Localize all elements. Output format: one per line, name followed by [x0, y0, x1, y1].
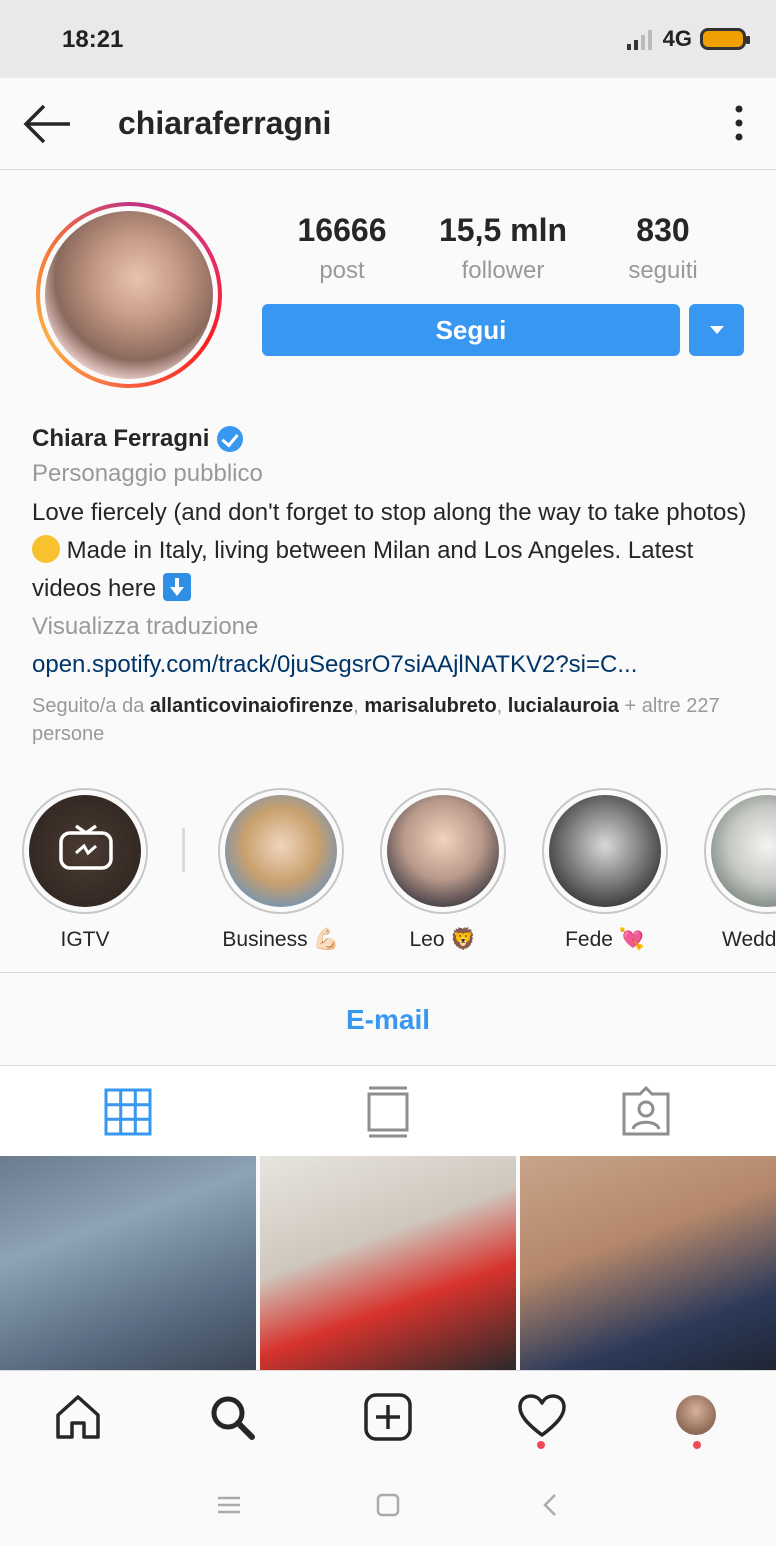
highlight-label: Fede 💘: [565, 928, 645, 951]
highlight-business[interactable]: Business 💪🏻: [206, 788, 356, 952]
translate-link[interactable]: Visualizza traduzione: [32, 608, 752, 646]
highlight-leo[interactable]: Leo 🦁: [368, 788, 518, 952]
followed-by-prefix: Seguito/a da: [32, 695, 150, 717]
stat-following[interactable]: 830 seguiti: [620, 212, 706, 285]
bio-name-row: Chiara Ferragni: [32, 422, 752, 456]
tagged-photos-icon[interactable]: [618, 1084, 674, 1140]
profile-section: 16666 post 15,5 mln follower 830 seguiti…: [0, 170, 776, 970]
followed-by-user: lucialauroia: [507, 695, 619, 717]
contact-row: E-mail: [0, 972, 776, 1066]
bio-text-part1: Love fiercely (and don't forget to stop …: [32, 499, 747, 526]
highlights-divider: [182, 828, 185, 872]
bottom-navigation: [0, 1370, 776, 1462]
notification-dot: [693, 1441, 701, 1449]
more-options-icon[interactable]: [724, 98, 754, 148]
notification-dot: [537, 1441, 545, 1449]
grid-view-icon[interactable]: [100, 1084, 156, 1140]
followed-by-user: allanticovinaiofirenze: [149, 695, 354, 717]
heart-icon: [518, 1394, 566, 1437]
highlight-label: Wedd: [722, 928, 776, 951]
system-navigation-bar: [0, 1462, 776, 1546]
activity-nav-item[interactable]: [516, 1391, 568, 1449]
back-chevron-icon[interactable]: [536, 1490, 566, 1520]
followed-by-user: marisalubreto: [364, 695, 497, 717]
header-username: chiaraferragni: [118, 105, 332, 141]
stat-posts: 16666 post: [290, 212, 394, 285]
stat-followers[interactable]: 15,5 mln follower: [430, 212, 576, 285]
posts-label: post: [319, 257, 365, 284]
avatar-image: [45, 211, 213, 379]
posts-grid: [0, 1156, 776, 1370]
status-bar: 18:21 4G: [0, 0, 776, 78]
post-thumbnail[interactable]: [0, 1156, 256, 1370]
highlight-label: Business 💪🏻: [222, 928, 340, 951]
profile-avatar[interactable]: [36, 202, 222, 388]
highlight-image: [711, 795, 776, 907]
suggested-accounts-dropdown-button[interactable]: [689, 304, 744, 356]
highlight-fede[interactable]: Fede 💘: [530, 788, 680, 952]
profile-header: chiaraferragni: [0, 78, 776, 170]
signal-icon: [626, 30, 652, 50]
status-time: 18:21: [62, 26, 124, 53]
following-count: 830: [636, 212, 690, 248]
profile-bio: Chiara Ferragni Personaggio pubblico Lov…: [32, 422, 752, 748]
profile-nav-item[interactable]: [672, 1391, 724, 1449]
post-thumbnail[interactable]: [260, 1156, 516, 1370]
back-arrow-icon[interactable]: [20, 100, 76, 148]
highlight-wedding[interactable]: Wedd: [692, 788, 776, 952]
profile-full-name: Chiara Ferragni: [32, 425, 210, 452]
highlight-label: IGTV: [60, 928, 110, 951]
profile-tabs: [0, 1066, 776, 1156]
followed-by[interactable]: Seguito/a da allanticovinaiofirenze, mar…: [32, 692, 752, 748]
igtv-icon: [29, 795, 141, 907]
down-arrow-emoji-icon: [162, 573, 191, 601]
hugging-face-emoji-icon: [32, 535, 60, 563]
highlight-image: [549, 795, 661, 907]
highlight-image: [387, 795, 499, 907]
home-icon[interactable]: [52, 1391, 104, 1443]
status-icons: 4G: [626, 26, 750, 52]
bio-text: Love fiercely (and don't forget to stop …: [32, 494, 752, 608]
followers-count: 15,5 mln: [438, 212, 568, 248]
highlight-igtv[interactable]: IGTV: [10, 788, 160, 952]
new-post-icon[interactable]: [362, 1391, 414, 1443]
posts-count: 16666: [297, 212, 387, 248]
highlight-image: [225, 795, 337, 907]
profile-category: Personaggio pubblico: [32, 460, 263, 487]
email-button[interactable]: E-mail: [0, 973, 776, 1067]
home-square-icon[interactable]: [373, 1490, 403, 1520]
verified-badge-icon: [217, 426, 244, 452]
bio-text-part2: Made in Italy, living between Milan and …: [32, 537, 694, 602]
search-icon[interactable]: [206, 1391, 258, 1443]
menu-icon[interactable]: [214, 1490, 244, 1520]
story-highlights: IGTV Business 💪🏻 Leo 🦁 Fede 💘 Wedd: [0, 788, 776, 958]
following-label: seguiti: [628, 257, 698, 284]
follow-button[interactable]: Segui: [262, 304, 680, 356]
post-thumbnail[interactable]: [520, 1156, 776, 1370]
bio-website-link[interactable]: open.spotify.com/track/0juSegsrO7siAAjlN…: [32, 646, 752, 684]
network-type: 4G: [662, 26, 692, 51]
battery-icon: [700, 28, 750, 50]
highlight-label: Leo 🦁: [409, 928, 477, 951]
followers-label: follower: [461, 257, 545, 284]
feed-view-icon[interactable]: [360, 1084, 416, 1140]
avatar: [676, 1395, 716, 1435]
